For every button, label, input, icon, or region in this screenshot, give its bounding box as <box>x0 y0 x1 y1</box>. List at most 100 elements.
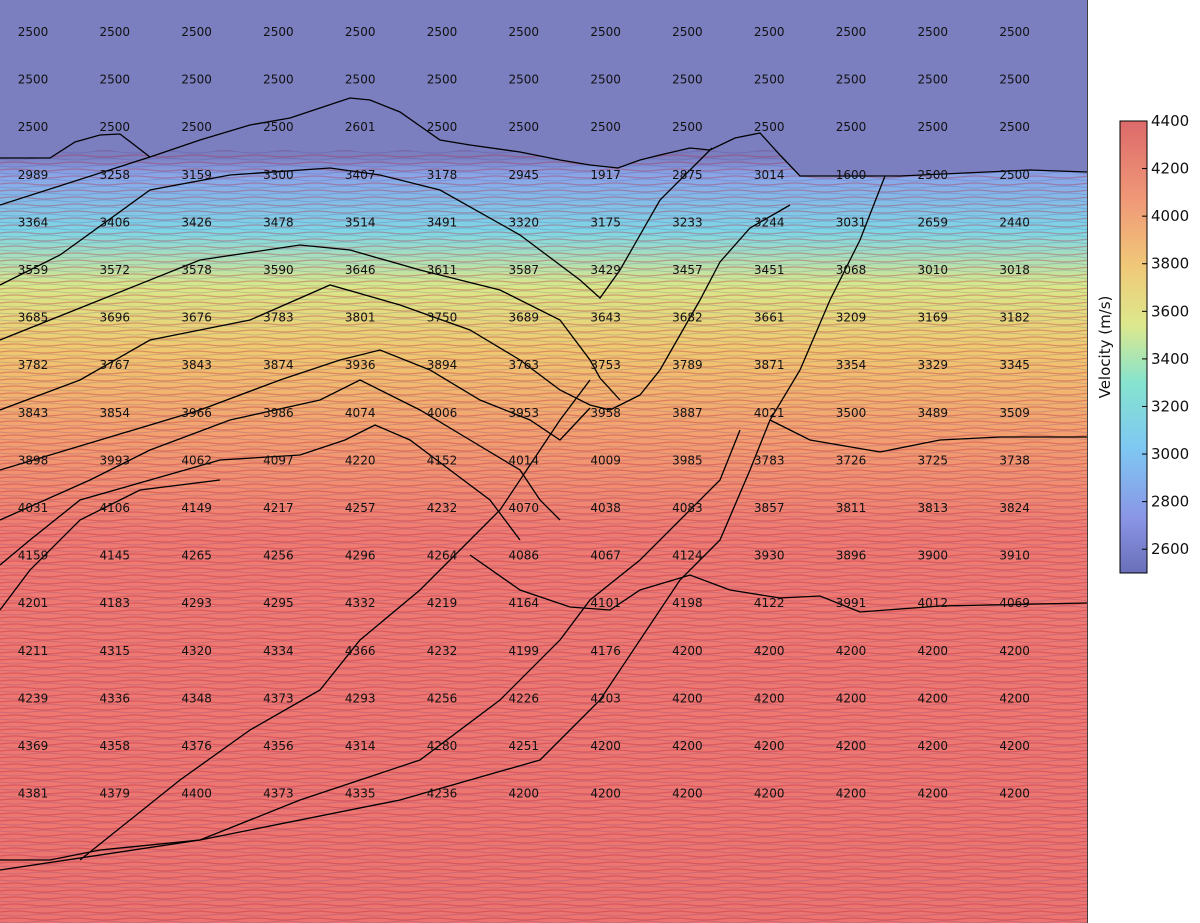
colorbar-tick-label: 3000 <box>1151 445 1189 463</box>
velocity-overlay-svg: 2500 2500 2500 2500 2500 2500 2500 2500 2500 2500… <box>0 0 1087 923</box>
velocity-label: 4336 <box>100 691 131 705</box>
velocity-label: 2500 <box>918 168 949 182</box>
velocity-label: 3491 <box>427 215 458 229</box>
velocity-label: 2500 <box>918 25 949 39</box>
velocity-label: 2500 <box>345 73 376 87</box>
velocity-label: 1917 <box>590 168 621 182</box>
velocity-label: 2440 <box>999 215 1030 229</box>
velocity-label: 2500 <box>918 120 949 134</box>
velocity-label: 4400 <box>181 787 212 801</box>
velocity-label: 2500 <box>427 73 458 87</box>
velocity-label: 3966 <box>181 406 212 420</box>
velocity-label: 3509 <box>999 406 1030 420</box>
colorbar-tick-label: 4000 <box>1151 207 1189 225</box>
colorbar-tick-label: 2600 <box>1151 540 1189 558</box>
velocity-label: 4200 <box>918 644 949 658</box>
velocity-label: 4256 <box>427 691 458 705</box>
colorbar-tick-label: 4200 <box>1151 160 1189 178</box>
velocity-label: 2500 <box>590 25 621 39</box>
velocity-label: 2500 <box>100 25 131 39</box>
velocity-label: 4200 <box>672 787 703 801</box>
velocity-label: 2500 <box>999 168 1030 182</box>
velocity-label: 2500 <box>263 120 294 134</box>
velocity-label: 4211 <box>18 644 49 658</box>
velocity-label: 4200 <box>754 644 785 658</box>
velocity-label: 2500 <box>427 120 458 134</box>
velocity-label: 4373 <box>263 787 294 801</box>
velocity-label: 4201 <box>18 596 49 610</box>
colorbar: 4400 4200 4000 3800 3600 3400 3200 3000 2800 2600… <box>1087 0 1189 923</box>
velocity-label: 2601 <box>345 120 376 134</box>
velocity-label: 2500 <box>918 73 949 87</box>
velocity-label: 4101 <box>590 596 621 610</box>
velocity-label: 3014 <box>754 168 785 182</box>
velocity-label: 2500 <box>263 73 294 87</box>
velocity-label: 3958 <box>590 406 621 420</box>
velocity-label: 3661 <box>754 311 785 325</box>
velocity-label: 4264 <box>427 549 458 563</box>
velocity-label: 4220 <box>345 453 376 467</box>
velocity-label: 4200 <box>590 739 621 753</box>
velocity-label: 4232 <box>427 644 458 658</box>
velocity-label: 2500 <box>672 25 703 39</box>
velocity-label: 4070 <box>509 501 540 515</box>
velocity-label: 3426 <box>181 215 212 229</box>
velocity-label: 4009 <box>590 453 621 467</box>
velocity-label: 4200 <box>509 787 540 801</box>
velocity-label: 4200 <box>590 787 621 801</box>
colorbar-gradient <box>1119 120 1148 574</box>
velocity-label: 2500 <box>18 73 49 87</box>
velocity-label: 4334 <box>263 644 294 658</box>
velocity-label: 2500 <box>100 120 131 134</box>
velocity-label: 4236 <box>427 787 458 801</box>
velocity-label: 4067 <box>590 549 621 563</box>
velocity-label: 4199 <box>509 644 540 658</box>
velocity-label: 3478 <box>263 215 294 229</box>
velocity-label: 4200 <box>918 739 949 753</box>
velocity-label: 4031 <box>18 501 49 515</box>
velocity-label: 4164 <box>509 596 540 610</box>
velocity-label: 3696 <box>100 311 131 325</box>
velocity-label: 3175 <box>590 215 621 229</box>
velocity-label: 3801 <box>345 311 376 325</box>
velocity-label: 3953 <box>509 406 540 420</box>
velocity-label: 3986 <box>263 406 294 420</box>
velocity-label: 3738 <box>999 453 1030 467</box>
velocity-label: 4293 <box>181 596 212 610</box>
velocity-label: 2500 <box>672 120 703 134</box>
velocity-label: 4200 <box>836 739 867 753</box>
velocity-label: 4083 <box>672 501 703 515</box>
velocity-label: 3258 <box>100 168 131 182</box>
velocity-label: 4376 <box>181 739 212 753</box>
velocity-label: 4257 <box>345 501 376 515</box>
velocity-label: 4379 <box>100 787 131 801</box>
velocity-label: 4038 <box>590 501 621 515</box>
velocity-label: 3406 <box>100 215 131 229</box>
velocity-label: 4200 <box>672 691 703 705</box>
velocity-label: 3910 <box>999 549 1030 563</box>
velocity-label: 2500 <box>754 73 785 87</box>
velocity-label: 4356 <box>263 739 294 753</box>
velocity-label: 4335 <box>345 787 376 801</box>
velocity-label: 2500 <box>181 25 212 39</box>
colorbar-tick-label: 3800 <box>1151 255 1189 273</box>
velocity-label: 4145 <box>100 549 131 563</box>
velocity-label: 3018 <box>999 263 1030 277</box>
velocity-label: 3182 <box>999 311 1030 325</box>
velocity-label: 2500 <box>590 73 621 87</box>
velocity-label: 4200 <box>754 691 785 705</box>
velocity-label: 3783 <box>263 311 294 325</box>
velocity-label: 4315 <box>100 644 131 658</box>
velocity-label: 3407 <box>345 168 376 182</box>
velocity-label: 3500 <box>836 406 867 420</box>
velocity-label: 2500 <box>509 73 540 87</box>
velocity-label: 3750 <box>427 311 458 325</box>
velocity-label: 4332 <box>345 596 376 610</box>
velocity-label: 3611 <box>427 263 458 277</box>
velocity-label: 4296 <box>345 549 376 563</box>
velocity-label: 3244 <box>754 215 785 229</box>
velocity-label: 4200 <box>672 644 703 658</box>
velocity-label: 2500 <box>999 120 1030 134</box>
velocity-label: 4062 <box>181 453 212 467</box>
velocity-label: 2500 <box>345 25 376 39</box>
